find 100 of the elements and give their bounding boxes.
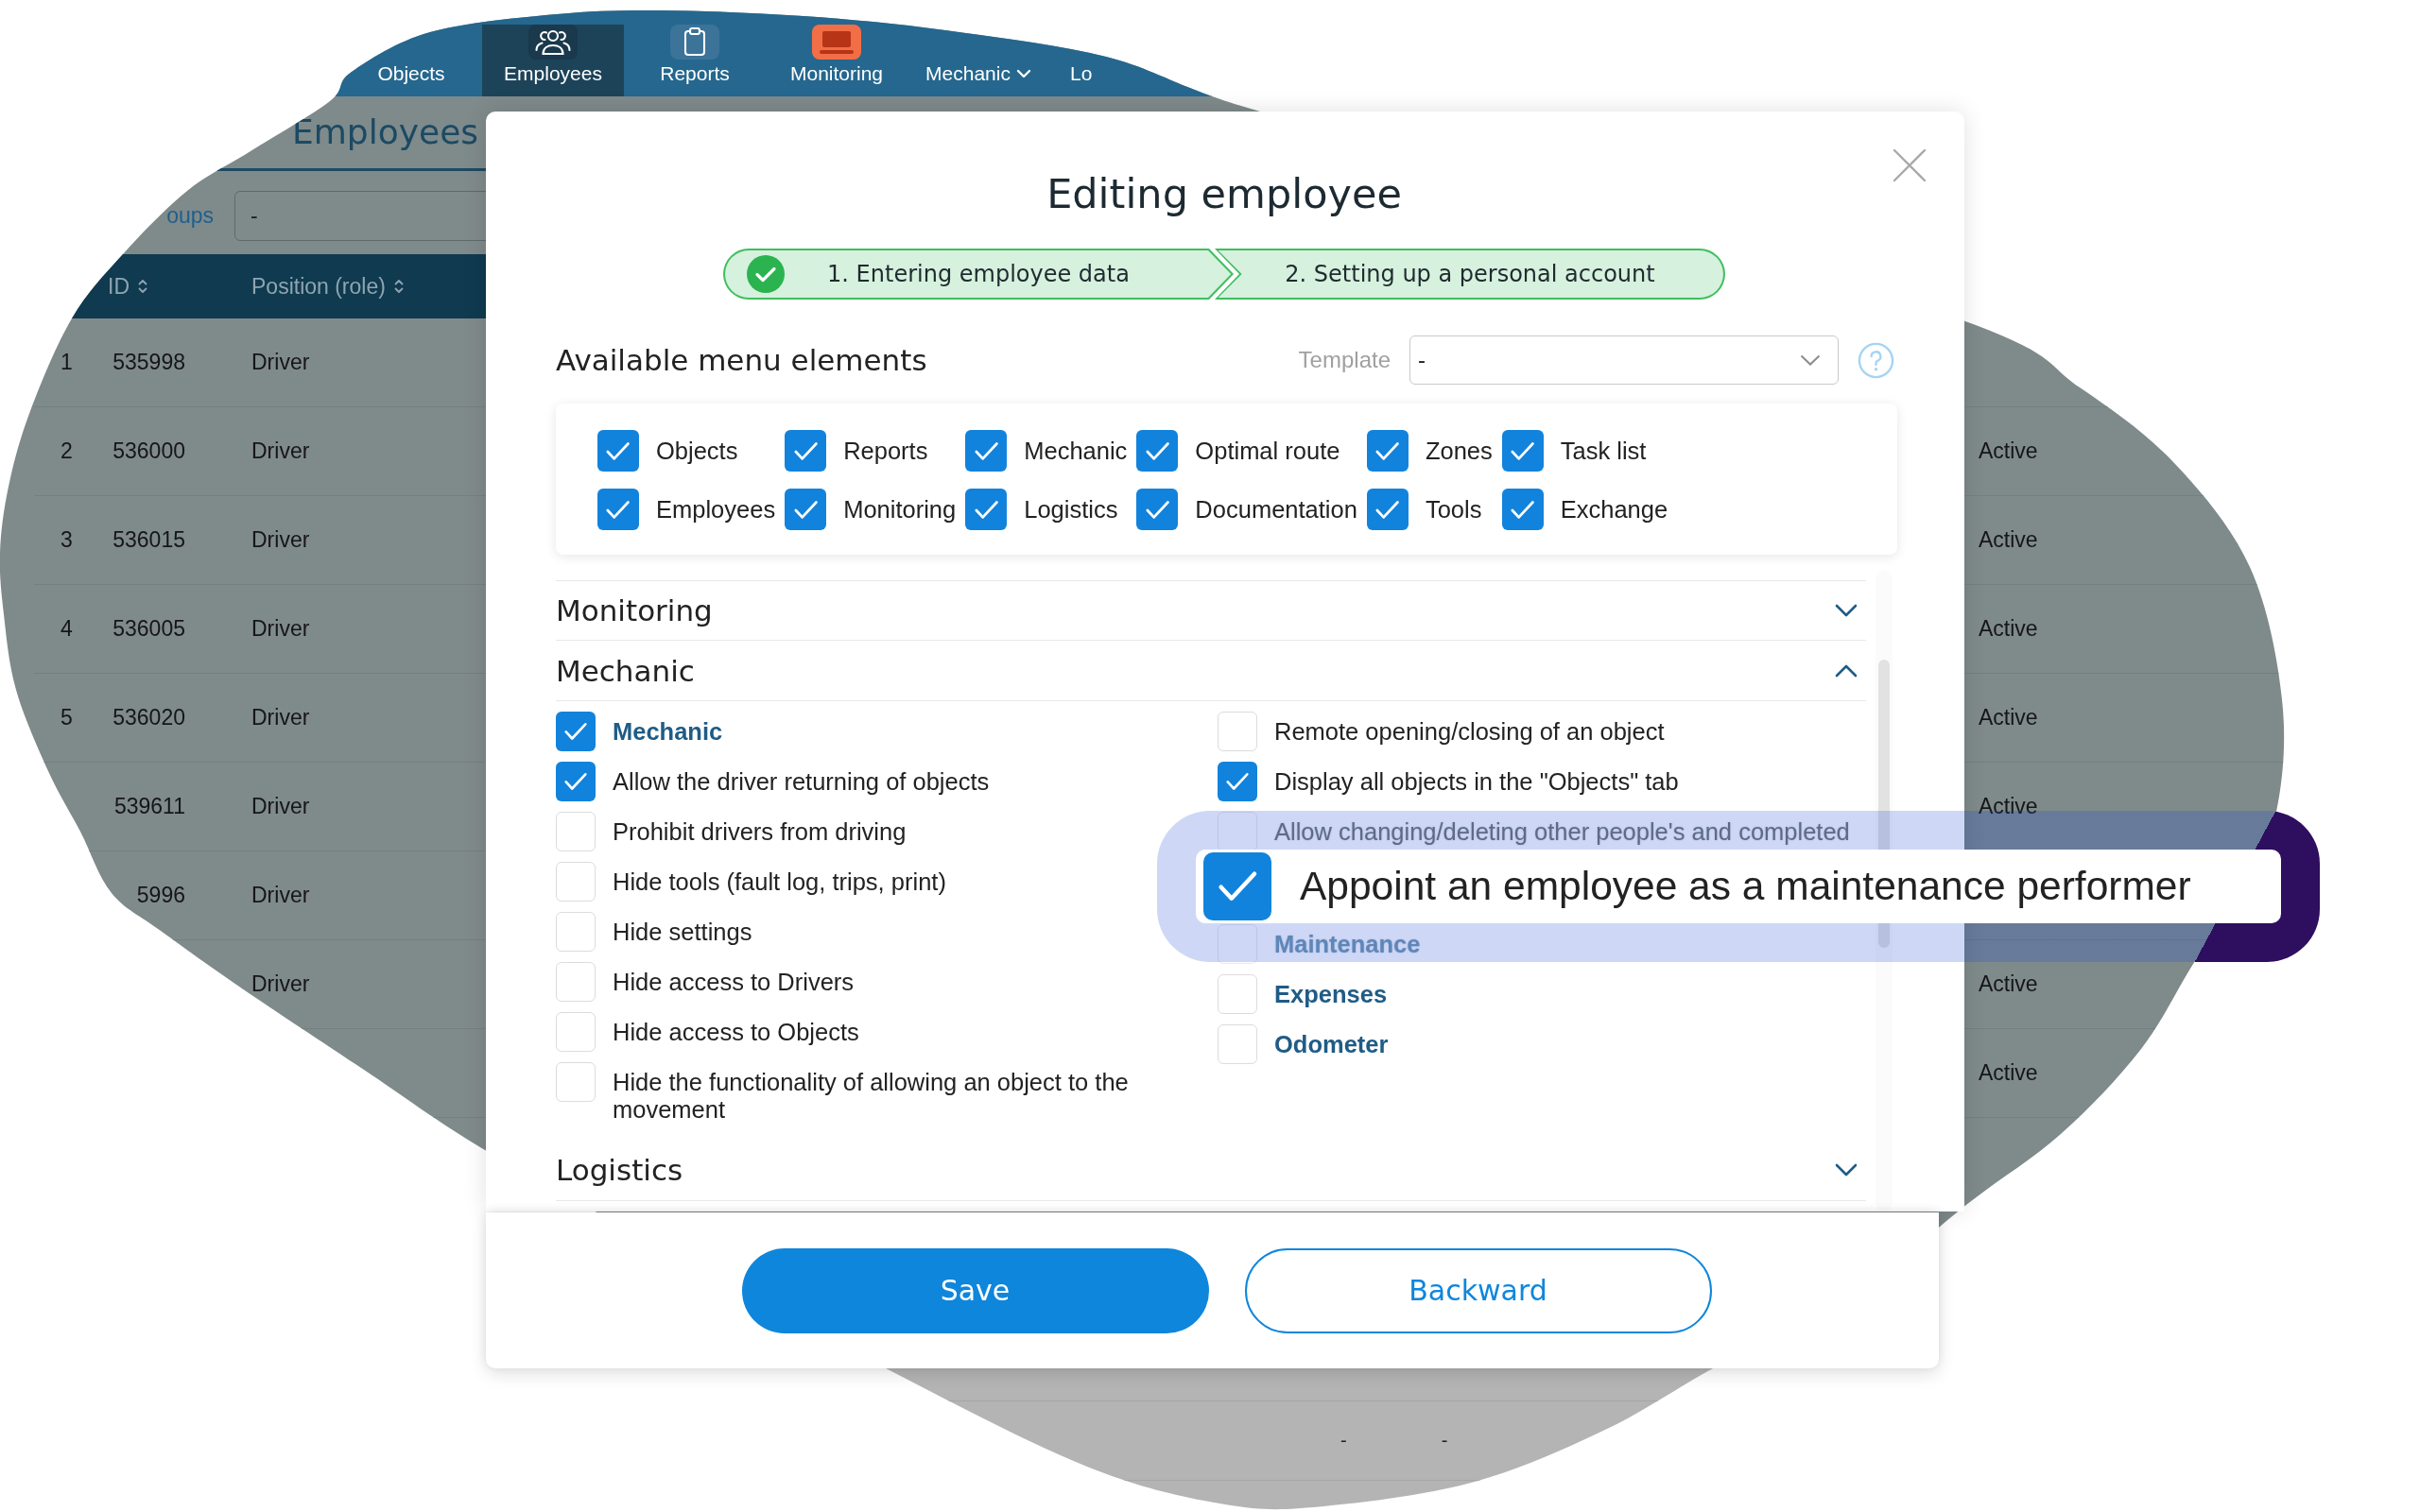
template-select[interactable]: -	[1409, 335, 1839, 385]
clipboard-icon	[670, 25, 719, 60]
wizard-step: 2. Setting up a personal account	[1215, 249, 1725, 300]
group-label: Maintenance	[1274, 929, 1421, 958]
checkbox[interactable]	[785, 430, 827, 472]
table-cell: 536020	[112, 705, 185, 730]
column-header[interactable]: ID	[108, 273, 148, 300]
section-title: Available menu elements	[556, 343, 927, 377]
checkbox[interactable]	[1136, 430, 1179, 472]
table-cell: Active	[1979, 527, 2038, 553]
sort-icon	[392, 277, 405, 296]
checkbox-label: Mechanic	[1024, 437, 1128, 465]
check-icon	[563, 721, 588, 742]
chevron-up-icon	[1835, 663, 1858, 678]
table-cell: Active	[1979, 438, 2038, 464]
checkbox[interactable]	[965, 430, 1008, 472]
option-label: Hide tools (fault log, trips, print)	[613, 867, 946, 896]
table-cell: 536015	[112, 527, 185, 553]
table-cell: 3	[60, 527, 73, 553]
group-label: Odometer	[1274, 1029, 1389, 1058]
option-label: Remote opening/closing of an object	[1274, 716, 1665, 746]
checkbox-label: Employees	[656, 495, 776, 524]
check-icon	[1374, 439, 1401, 462]
checkbox[interactable]	[556, 1062, 596, 1102]
option-label: Hide access to Drivers	[613, 967, 855, 996]
nav-item[interactable]: Reports	[660, 25, 730, 96]
check-icon	[1144, 439, 1170, 462]
checkbox[interactable]	[1501, 489, 1544, 530]
wizard-step: 1. Entering employee data	[723, 249, 1234, 300]
checkbox[interactable]	[597, 430, 639, 472]
chevron-down-icon	[1835, 604, 1858, 617]
table-cell: Driver	[251, 883, 310, 908]
filter-label: oups	[166, 202, 214, 230]
nav-item[interactable]: Lo	[1070, 62, 1093, 96]
option-label: Appoint an employee as a maintenance performer	[1300, 864, 2191, 909]
checkbox[interactable]	[1366, 489, 1409, 530]
checkbox-label: Logistics	[1024, 495, 1118, 524]
check-icon	[1144, 498, 1170, 521]
table-cell: -	[1441, 1430, 1448, 1452]
table-cell: 4	[60, 616, 73, 642]
table-cell: Driver	[251, 705, 310, 730]
checkbox-label: Monitoring	[843, 495, 957, 524]
close-icon[interactable]	[1893, 148, 1927, 182]
table-cell: 2	[60, 438, 73, 464]
primary-button[interactable]: Save	[741, 1247, 1209, 1333]
checkbox[interactable]	[556, 912, 596, 952]
people-icon	[528, 25, 578, 60]
checkbox[interactable]	[785, 489, 827, 530]
table-cell: 5996	[136, 883, 185, 908]
option-label: Allow the driver returning of objects	[613, 766, 990, 796]
sort-icon	[137, 277, 148, 296]
option-label: Allow changing/deleting other people's and completed	[1274, 816, 1850, 846]
accordion-header[interactable]: Monitoring	[556, 580, 1866, 641]
option-label: Hide the functionality of allowing an object to the movement	[613, 1067, 1130, 1124]
checkbox-label: Exchange	[1560, 495, 1668, 524]
chevron-down-icon	[1835, 1163, 1858, 1177]
checkbox[interactable]	[597, 489, 639, 530]
check-icon	[605, 439, 631, 462]
option-label: Hide access to Objects	[613, 1017, 859, 1046]
checkbox[interactable]	[556, 1012, 596, 1052]
option-label: Prohibit drivers from driving	[613, 816, 907, 846]
page-title: Employees	[292, 112, 479, 153]
checkbox[interactable]	[1501, 430, 1544, 472]
chevron-down-icon	[1800, 354, 1821, 366]
check-icon	[792, 498, 819, 521]
table-cell: Driver	[251, 616, 310, 642]
checkbox[interactable]	[965, 489, 1008, 530]
table-cell: Driver	[251, 971, 310, 997]
table-cell: Driver	[251, 794, 310, 819]
checkbox[interactable]	[1136, 489, 1179, 530]
accordion-header[interactable]: Logistics	[556, 1140, 1866, 1201]
check-icon	[1225, 771, 1250, 792]
monitor-icon	[812, 25, 861, 60]
checkbox[interactable]	[1218, 762, 1257, 801]
table-cell: 535998	[112, 350, 185, 375]
checkbox-label: Reports	[843, 437, 928, 465]
checkbox[interactable]	[556, 812, 596, 851]
checkbox[interactable]	[556, 712, 596, 751]
nav-item[interactable]: Employees	[482, 25, 624, 96]
checkbox[interactable]	[556, 862, 596, 902]
checkbox[interactable]	[1366, 430, 1409, 472]
checkbox[interactable]	[556, 962, 596, 1002]
checkbox[interactable]	[1203, 852, 1271, 920]
column-header[interactable]: Position (role)	[251, 273, 405, 300]
checkbox[interactable]	[1218, 974, 1257, 1014]
field-label: Template	[1298, 347, 1391, 373]
nav-item[interactable]: Objects	[377, 62, 445, 96]
check-icon	[605, 498, 631, 521]
checkbox[interactable]	[556, 762, 596, 801]
table-cell: 5	[60, 705, 73, 730]
outline-button[interactable]: Backward	[1244, 1247, 1712, 1333]
nav-item[interactable]: Mechanic	[925, 62, 1031, 96]
checkbox-label: Objects	[656, 437, 738, 465]
option-label: Display all objects in the "Objects" tab	[1274, 766, 1679, 796]
accordion-header[interactable]: Mechanic	[556, 641, 1866, 701]
checkbox[interactable]	[1218, 1024, 1257, 1064]
nav-item[interactable]: Monitoring	[789, 25, 884, 96]
table-cell: 539611	[113, 794, 185, 819]
checkbox[interactable]	[1218, 712, 1257, 751]
group-label: Mechanic	[613, 716, 723, 746]
